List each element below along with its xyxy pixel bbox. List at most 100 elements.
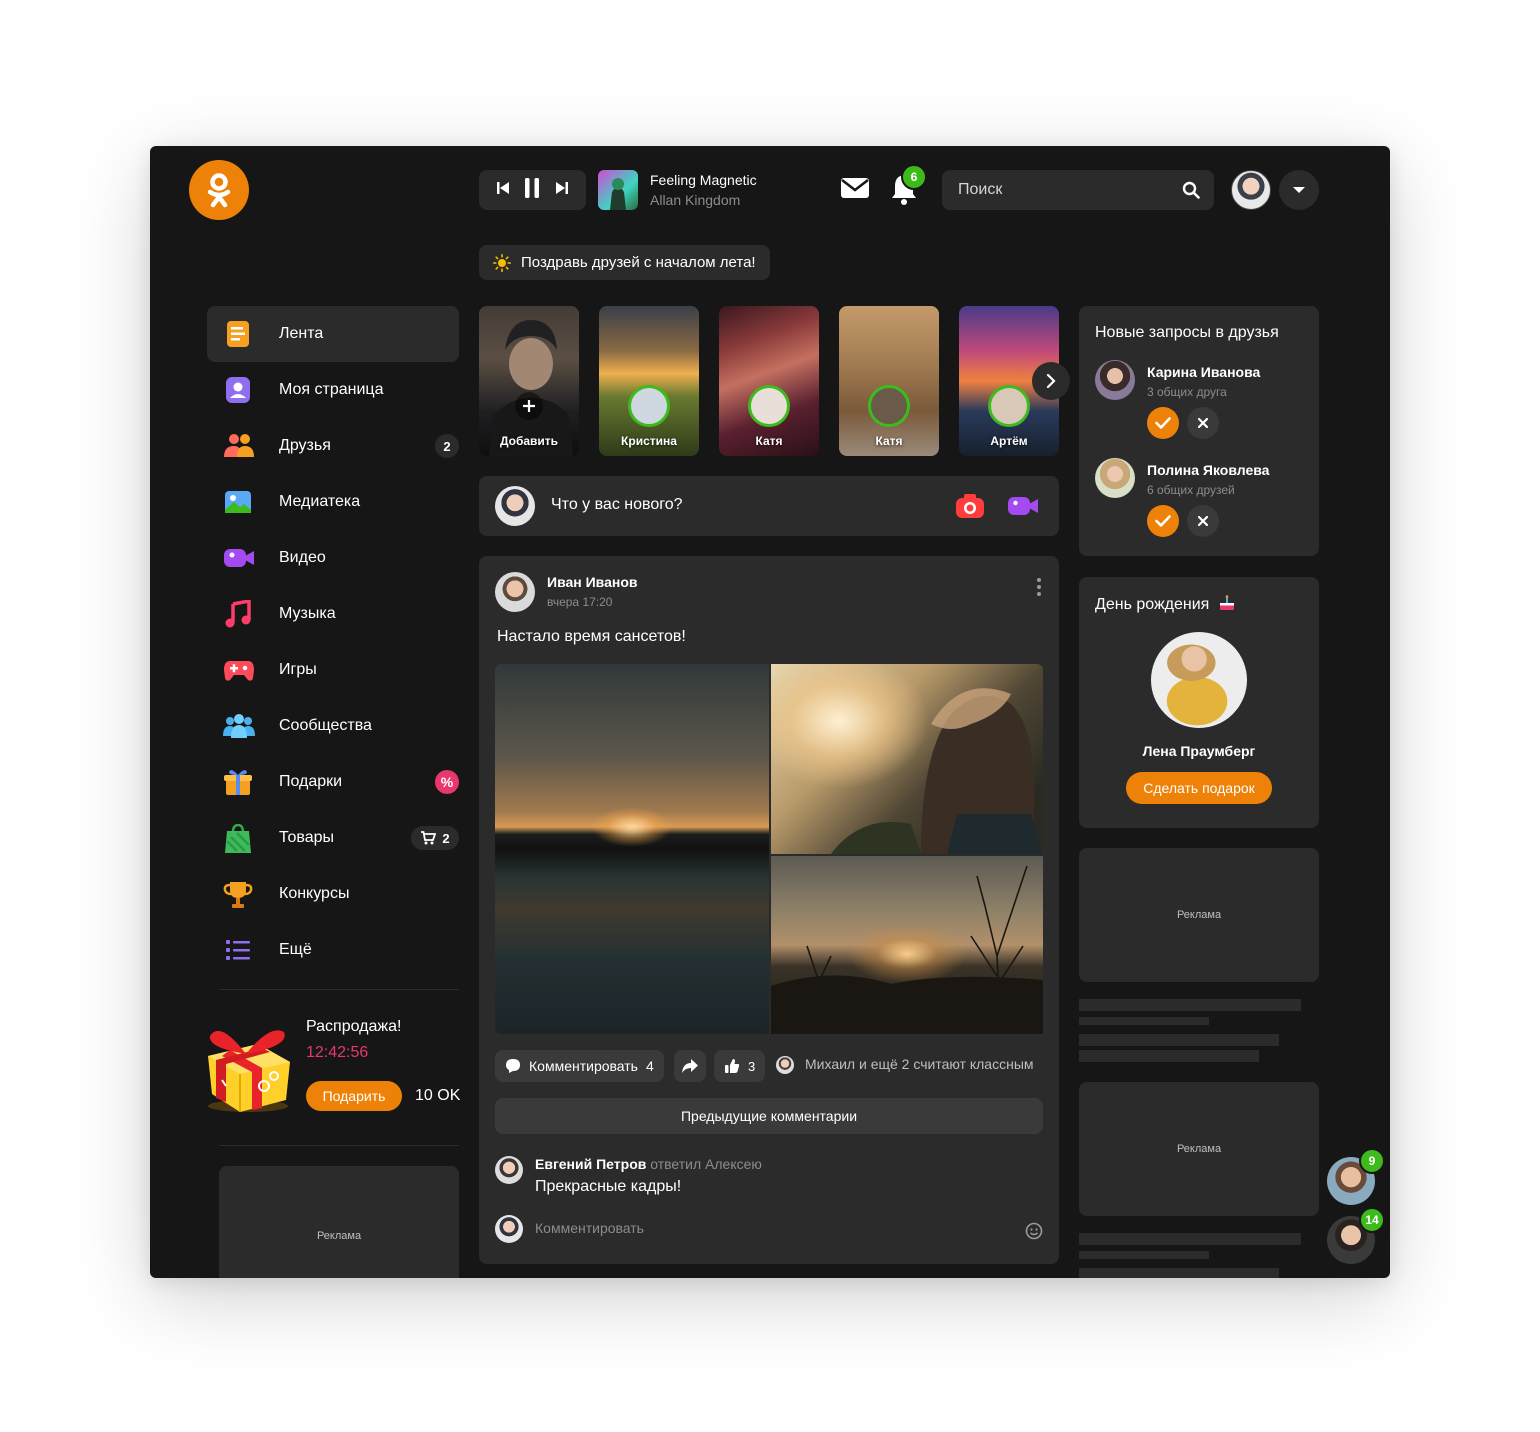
sun-icon: [493, 253, 511, 272]
likes-text[interactable]: Михаил и ещё 2 считают классным: [805, 1056, 1034, 1072]
like-count: 3: [748, 1058, 756, 1074]
close-icon: [1198, 418, 1208, 428]
sidebar-item-label: Сообщества: [279, 717, 372, 734]
feed-post: Иван Иванов вчера 17:20 Настало время са…: [479, 556, 1059, 1264]
post-author[interactable]: Иван Иванов: [547, 574, 638, 590]
trophy-icon: [223, 880, 253, 908]
gift-button[interactable]: Подарить: [306, 1081, 402, 1111]
more-list-icon: [223, 936, 253, 964]
sidebar-item-friends[interactable]: Друзья 2: [207, 418, 459, 474]
messages-icon[interactable]: [840, 176, 870, 205]
sale-timer: 12:42:56: [306, 1044, 369, 1061]
ok-logo[interactable]: [189, 160, 249, 220]
promo-text: Поздравь друзей с началом лета!: [521, 254, 756, 271]
share-button[interactable]: [674, 1050, 706, 1082]
comment-count: 4: [645, 1058, 654, 1074]
search-box: [942, 170, 1214, 210]
skeleton-line: [1079, 1268, 1279, 1278]
check-icon: [1155, 417, 1171, 429]
video-icon: [223, 544, 254, 572]
sale-title: Распродажа!: [306, 1018, 402, 1035]
comment-author-avatar[interactable]: [495, 1156, 523, 1184]
comment-input[interactable]: [535, 1216, 995, 1240]
search-input[interactable]: [942, 170, 1172, 210]
sidebar-ad[interactable]: Реклама: [219, 1166, 459, 1278]
video-camera-icon[interactable]: [1007, 494, 1039, 523]
like-button[interactable]: 3: [714, 1050, 766, 1082]
skeleton-line: [1079, 1233, 1301, 1245]
track-artist[interactable]: Allan Kingdom: [650, 192, 740, 208]
right-ad-2[interactable]: Реклама: [1079, 1082, 1319, 1216]
cake-icon: [1219, 595, 1234, 610]
close-icon: [1198, 516, 1208, 526]
search-icon[interactable]: [1182, 181, 1200, 204]
previous-comments-button[interactable]: Предыдущие комментарии: [495, 1098, 1043, 1134]
request-mutual: 6 общих друзей: [1147, 483, 1235, 497]
app-window: Feeling Magnetic Allan Kingdom 6 Поздрав…: [150, 146, 1390, 1278]
sidebar-item-label: Подарки: [279, 773, 343, 790]
decline-request-button[interactable]: [1187, 505, 1219, 537]
sidebar-item-video[interactable]: Видео: [207, 530, 459, 586]
post-author-avatar[interactable]: [495, 572, 535, 612]
sidebar-item-gifts[interactable]: Подарки %: [207, 754, 459, 810]
post-photo-field[interactable]: [771, 856, 1043, 1034]
sidebar-item-contests[interactable]: Конкурсы: [207, 866, 459, 922]
emoji-icon[interactable]: [1025, 1222, 1043, 1245]
right-ad-1[interactable]: Реклама: [1079, 848, 1319, 982]
ad-label: Реклама: [316, 1230, 362, 1242]
sidebar-item-feed[interactable]: Лента: [207, 306, 459, 362]
media-icon: [223, 488, 253, 516]
chat-unread-badge: 14: [1359, 1207, 1385, 1233]
story-katya-1[interactable]: Катя: [719, 306, 819, 456]
account-menu-button[interactable]: [1279, 170, 1319, 210]
birthday-name[interactable]: Лена Праумберг: [1079, 743, 1319, 759]
sidebar-item-music[interactable]: Музыка: [207, 586, 459, 642]
comment-author[interactable]: Евгений Петров: [535, 1156, 646, 1172]
send-gift-button[interactable]: Сделать подарок: [1126, 772, 1272, 804]
likes-avatar[interactable]: [776, 1056, 794, 1074]
comment-button-label: Комментировать: [529, 1058, 638, 1074]
track-title[interactable]: Feeling Magnetic: [650, 172, 757, 188]
next-track-icon[interactable]: [555, 181, 569, 200]
sidebar-item-games[interactable]: Игры: [207, 642, 459, 698]
previous-track-icon[interactable]: [496, 181, 510, 200]
accept-request-button[interactable]: [1147, 505, 1179, 537]
pause-icon[interactable]: [523, 177, 541, 204]
stories-next-button[interactable]: [1032, 362, 1070, 400]
gift-icon: [223, 768, 253, 796]
sidebar-item-shop[interactable]: Товары 2: [207, 810, 459, 866]
story-name: Добавить: [499, 434, 559, 448]
post-photo-sunset-sea[interactable]: [495, 664, 769, 1034]
story-add[interactable]: Добавить: [479, 306, 579, 456]
friend-requests-panel: Новые запросы в друзья Карина Иванова 3 …: [1079, 306, 1319, 556]
friend-requests-title: Новые запросы в друзья: [1095, 324, 1279, 341]
story-kristina[interactable]: Кристина: [599, 306, 699, 456]
story-avatar: [868, 385, 910, 427]
birthday-avatar[interactable]: [1149, 630, 1249, 730]
post-photo-portrait[interactable]: [771, 664, 1043, 854]
request-avatar[interactable]: [1095, 360, 1135, 400]
comment-reply-to[interactable]: ответил Алексею: [650, 1156, 762, 1172]
sidebar-item-my-page[interactable]: Моя страница: [207, 362, 459, 418]
request-name[interactable]: Полина Яковлева: [1147, 462, 1269, 478]
birthday-panel: День рождения Лена Праумберг Сделать под…: [1079, 577, 1319, 828]
camera-icon[interactable]: [955, 493, 985, 524]
sale-gift-image: [200, 1014, 296, 1114]
post-composer[interactable]: Что у вас нового?: [479, 476, 1059, 536]
feed-icon: [223, 320, 253, 348]
story-katya-2[interactable]: Катя: [839, 306, 939, 456]
shopping-bag-icon: [223, 823, 253, 853]
sidebar-item-media[interactable]: Медиатека: [207, 474, 459, 530]
sidebar-item-groups[interactable]: Сообщества: [207, 698, 459, 754]
request-name[interactable]: Карина Иванова: [1147, 364, 1260, 380]
decline-request-button[interactable]: [1187, 407, 1219, 439]
ad-label: Реклама: [1176, 1143, 1222, 1155]
user-avatar[interactable]: [1231, 170, 1271, 210]
summer-greeting-banner[interactable]: Поздравь друзей с началом лета!: [479, 245, 770, 280]
comment-button[interactable]: Комментировать 4: [495, 1050, 664, 1082]
request-avatar[interactable]: [1095, 458, 1135, 498]
track-cover[interactable]: [598, 170, 638, 210]
sidebar-item-more[interactable]: Ещё: [207, 922, 459, 978]
accept-request-button[interactable]: [1147, 407, 1179, 439]
more-vertical-icon[interactable]: [1037, 578, 1041, 601]
